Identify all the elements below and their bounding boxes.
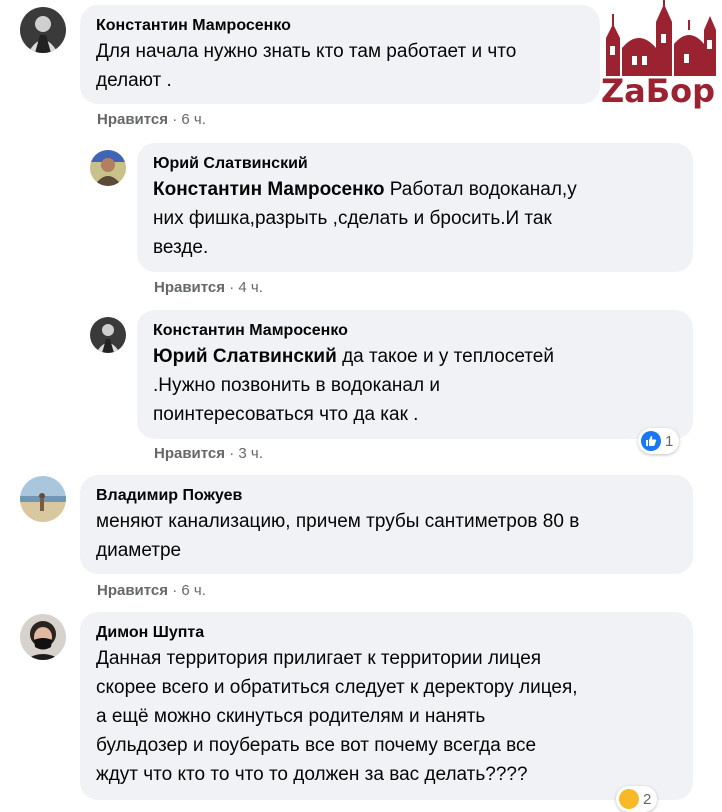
comment-bubble: Владимир Пожуев меняют канализацию, прич…: [80, 475, 693, 574]
comment-author[interactable]: Юрий Слатвинский: [153, 153, 677, 175]
comment-meta: Нравится · 6 ч.: [97, 582, 206, 599]
person-photo-icon: [90, 150, 126, 186]
comment-time[interactable]: · 4 ч.: [229, 279, 263, 296]
masked-person-photo-icon: [20, 614, 66, 660]
comment-meta: Нравится · 4 ч.: [154, 279, 263, 296]
comment-author[interactable]: Димон Шупта: [96, 622, 677, 644]
comment-meta: Нравится · 3 ч.: [154, 445, 263, 462]
like-button[interactable]: Нравится: [154, 279, 225, 296]
like-button[interactable]: Нравится: [97, 111, 168, 128]
comment-bubble: Константин Мамросенко Юрий Слатвинский д…: [137, 310, 693, 439]
reaction-count: 1: [665, 432, 674, 450]
like-button[interactable]: Нравится: [97, 582, 168, 599]
person-photo-icon: [90, 317, 126, 353]
comment-text: Юрий Слатвинский да такое и у теплосетей…: [153, 346, 554, 425]
avatar[interactable]: [20, 476, 66, 522]
avatar[interactable]: [90, 150, 126, 186]
comment-text: Константин Мамросенко Работал водоканал,…: [153, 179, 577, 258]
avatar[interactable]: [90, 317, 126, 353]
comment-bubble: Димон Шупта Данная территория прилигает …: [80, 612, 693, 800]
like-button[interactable]: Нравится: [154, 445, 225, 462]
person-photo-icon: [20, 7, 66, 53]
reaction-count: 2: [643, 790, 652, 808]
comment-author[interactable]: Константин Мамросенко: [153, 320, 677, 342]
comment-bubble: Константин Мамросенко Для начала нужно з…: [80, 5, 600, 104]
comment-text: Данная территория прилигает к территории…: [96, 648, 578, 785]
comment-time[interactable]: · 6 ч.: [172, 582, 206, 599]
mention-link[interactable]: Константин Мамросенко: [153, 179, 384, 200]
avatar[interactable]: [20, 7, 66, 53]
mention-link[interactable]: Юрий Слатвинский: [153, 346, 337, 367]
comment-meta: Нравится · 6 ч.: [97, 111, 206, 128]
avatar[interactable]: [20, 614, 66, 660]
beach-photo-icon: [20, 476, 66, 522]
comment-time[interactable]: · 6 ч.: [172, 111, 206, 128]
reaction-summary[interactable]: 1: [638, 428, 680, 454]
zabor-logo: ZaБор: [599, 0, 717, 110]
haha-icon: [619, 789, 639, 809]
comment-text: меняют канализацию, причем трубы сантиме…: [96, 511, 580, 561]
comment-bubble: Юрий Слатвинский Константин Мамросенко Р…: [137, 143, 693, 272]
thumbs-up-icon: [641, 431, 661, 451]
comment-author[interactable]: Константин Мамросенко: [96, 15, 584, 37]
comment-author[interactable]: Владимир Пожуев: [96, 485, 677, 507]
comment-text: Для начала нужно знать кто там работает …: [96, 41, 517, 91]
reaction-summary[interactable]: 2: [616, 786, 658, 812]
logo-text: ZaБор: [601, 72, 715, 110]
comment-time[interactable]: · 3 ч.: [229, 445, 263, 462]
